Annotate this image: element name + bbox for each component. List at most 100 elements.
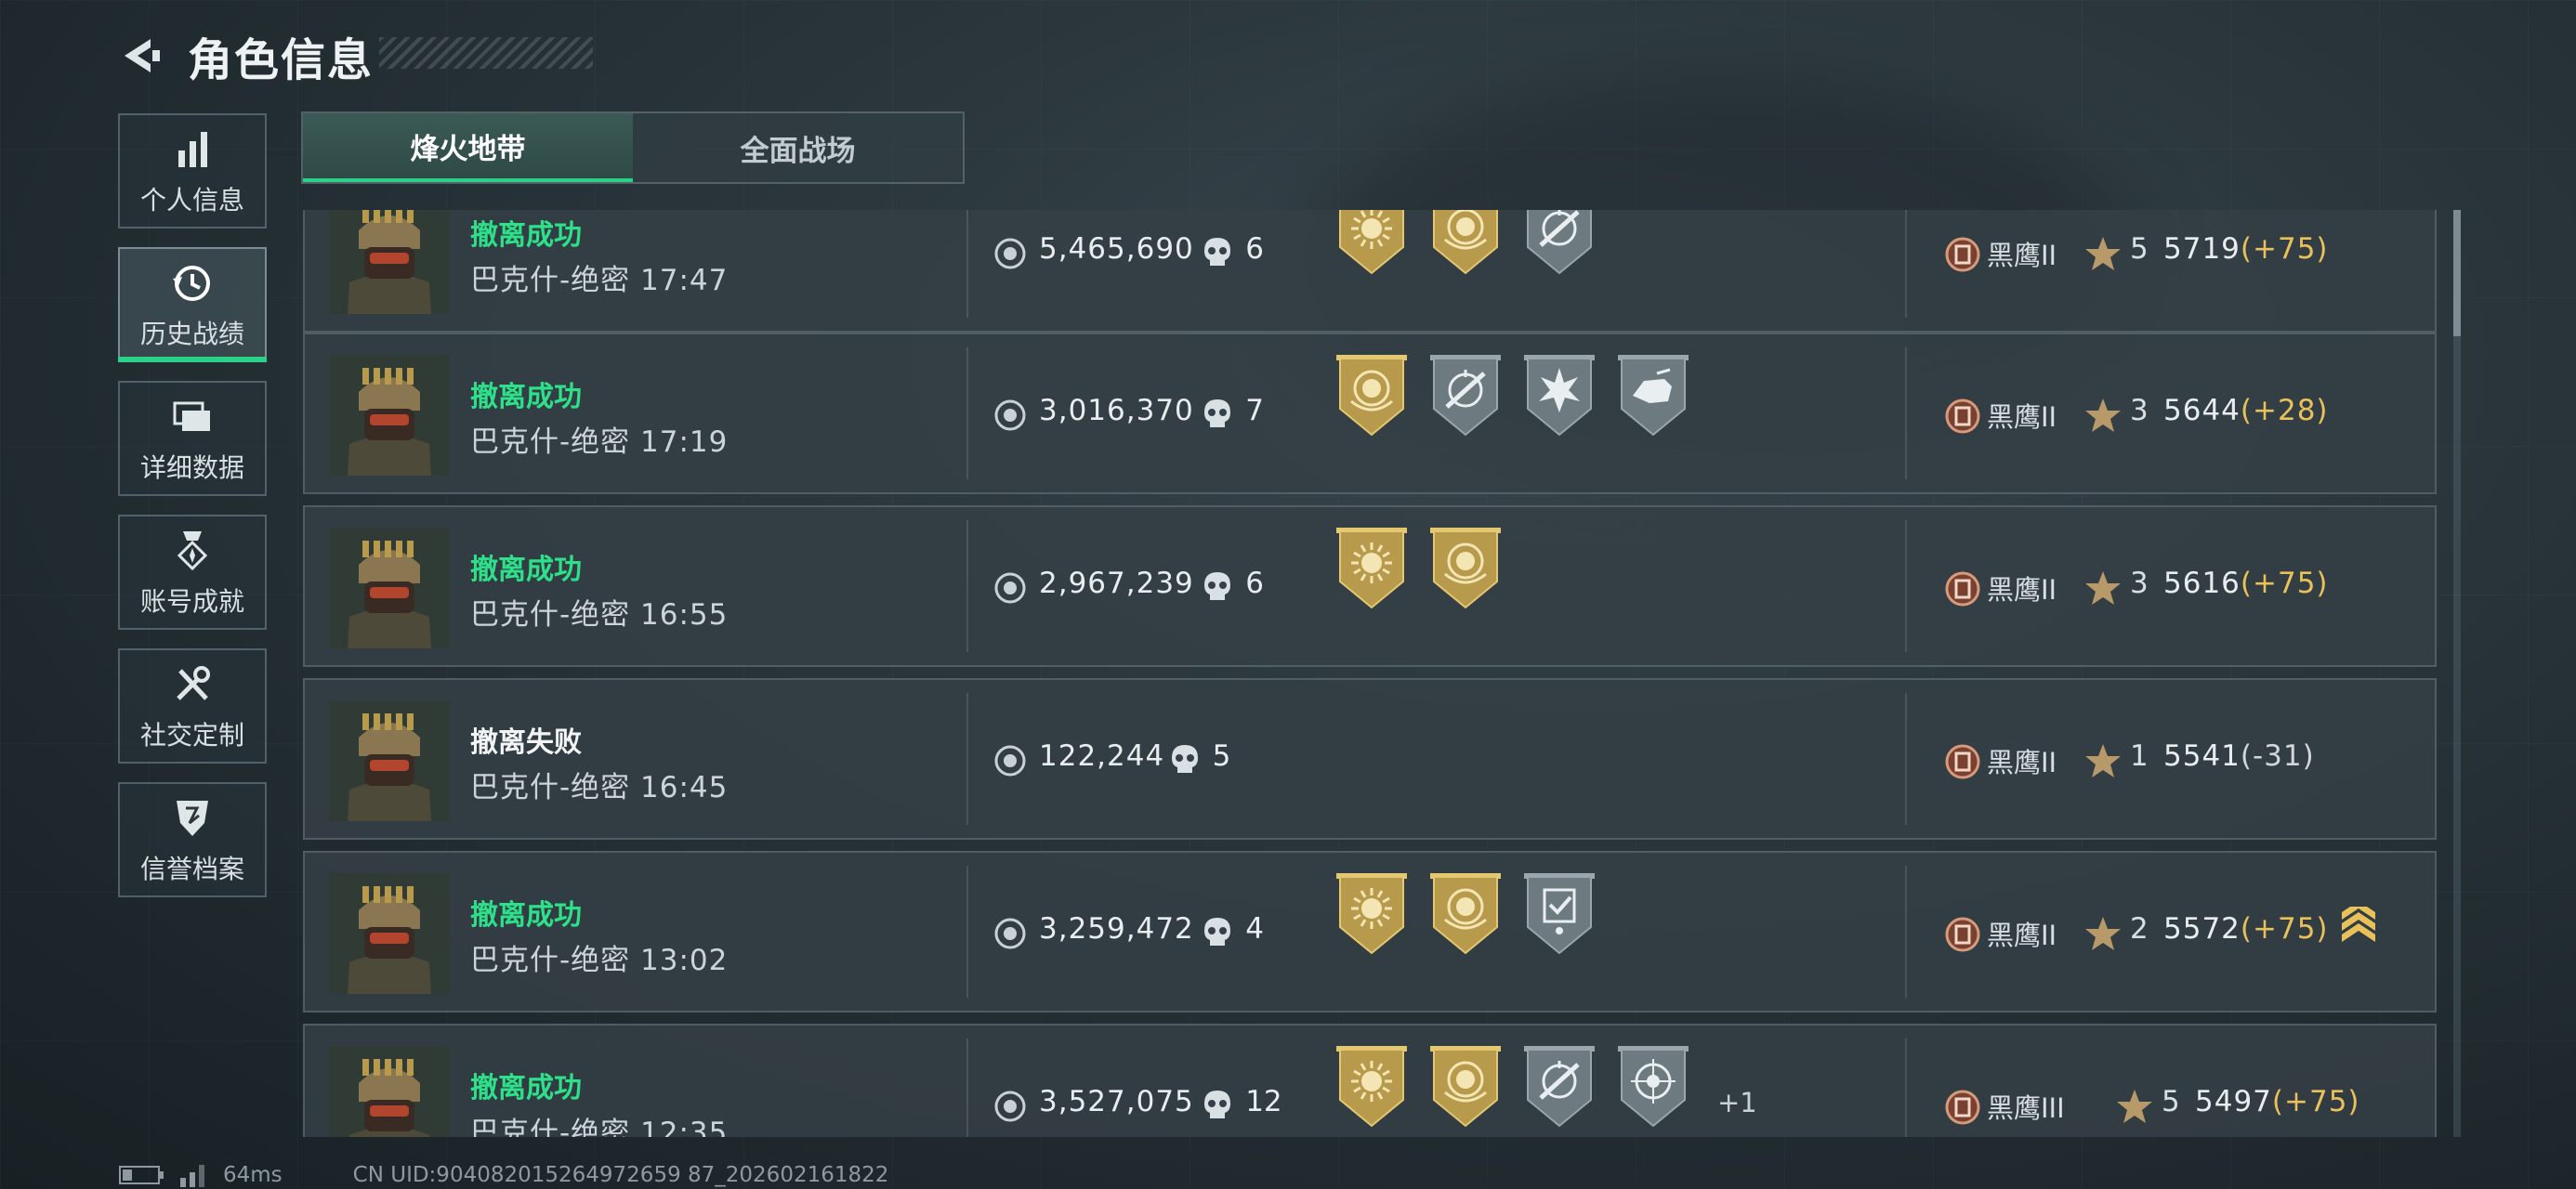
sidebar-item-3[interactable]: 账号成就	[118, 515, 267, 630]
star-icon	[2085, 917, 2121, 950]
star-count: 2	[2130, 912, 2149, 946]
match-row[interactable]: 撤离成功 巴克什-绝密 17:19 3,016,370 7 黑鹰II 3 5644(+28)	[303, 333, 2437, 494]
coin-medal-icon	[1430, 528, 1501, 609]
sidebar: 个人信息历史战绩详细数据账号成就社交定制信誉档案	[118, 113, 269, 916]
sun-medal-icon	[1336, 1046, 1407, 1128]
match-row[interactable]: 撤离成功 巴克什-绝密 13:02 3,259,472 4 黑鹰II 2 5572(+75)	[303, 851, 2437, 1013]
rank-score: 5572(+75)	[2163, 912, 2329, 946]
operator-avatar	[329, 873, 450, 994]
match-status: 撤离成功	[470, 381, 582, 413]
sidebar-item-label: 历史战绩	[139, 319, 244, 349]
status-footer: 64ms CN UID:904082015264972659 87_202602…	[119, 1161, 888, 1189]
match-map-time: 巴克什-绝密 12:35	[470, 1117, 729, 1137]
sidebar-item-label: 账号成就	[139, 586, 244, 617]
rank-score: 5616(+75)	[2163, 567, 2329, 600]
sniper-medal-icon	[1430, 355, 1501, 437]
match-kill-count: 5	[1212, 739, 1231, 773]
row-divider	[1905, 347, 1907, 479]
sidebar-item-2[interactable]: 详细数据	[118, 381, 267, 496]
sun-medal-icon	[1336, 873, 1407, 955]
score-delta: (+75)	[2271, 1085, 2360, 1118]
match-row[interactable]: 撤离成功 巴克什-绝密 16:55 2,967,239 6 黑鹰II 3 5616(+75)	[303, 505, 2437, 667]
sidebar-item-4[interactable]: 社交定制	[118, 648, 267, 764]
match-kill-count: 6	[1245, 232, 1264, 266]
score-value: 5616	[2163, 567, 2241, 600]
match-status: 撤离成功	[470, 219, 582, 252]
sidebar-item-label: 信誉档案	[139, 854, 244, 884]
star-count: 5	[2162, 1085, 2180, 1118]
tools-icon	[177, 666, 210, 700]
ping-value: 64ms	[223, 1163, 283, 1187]
match-row[interactable]: 撤离失败 巴克什-绝密 16:45 122,244 5 黑鹰II 1 5541(-31)	[303, 678, 2437, 840]
match-history-list[interactable]: 撤离成功 巴克什-绝密 17:47 5,465,690 6 黑鹰II 5 5719(+75)…	[303, 210, 2438, 1137]
match-kill-count: 12	[1245, 1085, 1282, 1118]
match-loot-value: 122,244	[1039, 739, 1165, 773]
row-divider	[966, 866, 968, 998]
tab-fenghuo[interactable]: 烽火地带	[303, 113, 633, 182]
rank-name: 黑鹰II	[1987, 401, 2057, 433]
sidebar-item-label: 个人信息	[139, 185, 244, 216]
signal-icon	[180, 1165, 204, 1187]
skull-icon	[1204, 399, 1231, 427]
battery-icon	[119, 1166, 164, 1184]
score-value: 5572	[2163, 912, 2241, 946]
match-kill-count: 6	[1245, 567, 1264, 600]
rank-name: 黑鹰II	[1987, 240, 2057, 271]
row-divider	[966, 693, 968, 825]
coin-icon	[994, 918, 1026, 949]
scroll-thumb[interactable]	[2453, 210, 2461, 336]
match-map-time: 巴克什-绝密 13:02	[470, 944, 729, 977]
sidebar-item-5[interactable]: 信誉档案	[118, 782, 267, 897]
match-status: 撤离成功	[470, 899, 582, 932]
shield-badge-icon	[177, 801, 208, 836]
star-count: 3	[2130, 394, 2149, 427]
star-icon	[2085, 237, 2121, 270]
operator-avatar	[329, 355, 450, 476]
operator-avatar	[329, 1046, 450, 1137]
star-count: 1	[2130, 739, 2149, 773]
rank-name: 黑鹰II	[1987, 920, 2057, 951]
more-medals-count[interactable]: +1	[1717, 1087, 1757, 1118]
star-icon	[2085, 571, 2121, 605]
sun-medal-icon	[1339, 210, 1404, 275]
row-divider	[966, 347, 968, 479]
skull-icon	[1204, 918, 1231, 946]
operator-avatar	[329, 700, 450, 821]
rank-badge-icon	[1945, 237, 1980, 272]
operator-avatar	[329, 528, 450, 648]
rank-up-chevron-icon	[2342, 907, 2375, 942]
skull-icon	[1204, 572, 1231, 600]
row-divider	[966, 1039, 968, 1137]
list-scrollbar[interactable]	[2453, 210, 2461, 1137]
coin-icon	[994, 399, 1026, 431]
row-divider	[1905, 1039, 1907, 1137]
star-icon	[2085, 399, 2121, 432]
match-kill-count: 7	[1245, 394, 1264, 427]
skull-icon	[1204, 238, 1231, 266]
sidebar-item-1[interactable]: 历史战绩	[118, 247, 267, 362]
rank-badge-icon	[1945, 399, 1980, 434]
rank-score: 5541(-31)	[2163, 739, 2315, 773]
coin-medal-icon	[1430, 873, 1501, 955]
back-arrow-icon[interactable]	[119, 33, 164, 78]
score-delta: (+75)	[2240, 912, 2329, 946]
sniper-medal-icon	[1527, 210, 1592, 275]
tab-quanmian[interactable]: 全面战场	[633, 113, 963, 182]
coin-icon	[994, 238, 1026, 269]
row-divider	[966, 520, 968, 652]
target-medal-icon	[1618, 1046, 1689, 1128]
match-row[interactable]: 撤离成功 巴克什-绝密 12:35 3,527,075 12 +1 黑鹰III 5 5497(…	[303, 1024, 2437, 1137]
match-loot-value: 5,465,690	[1039, 232, 1194, 266]
page-header: 角色信息	[119, 26, 374, 86]
sidebar-item-0[interactable]: 个人信息	[118, 113, 267, 229]
match-kill-count: 4	[1245, 912, 1264, 946]
coin-medal-icon	[1336, 355, 1407, 437]
match-status: 撤离成功	[470, 1072, 582, 1104]
match-row[interactable]: 撤离成功 巴克什-绝密 17:47 5,465,690 6 黑鹰II 5 5719(+75)	[303, 210, 2437, 333]
skull-icon	[1204, 1091, 1231, 1118]
row-divider	[1905, 210, 1907, 318]
folder-stack-icon	[173, 401, 210, 431]
skull-icon	[1171, 745, 1198, 773]
star-count: 5	[2130, 232, 2149, 266]
score-value: 5719	[2163, 232, 2241, 266]
